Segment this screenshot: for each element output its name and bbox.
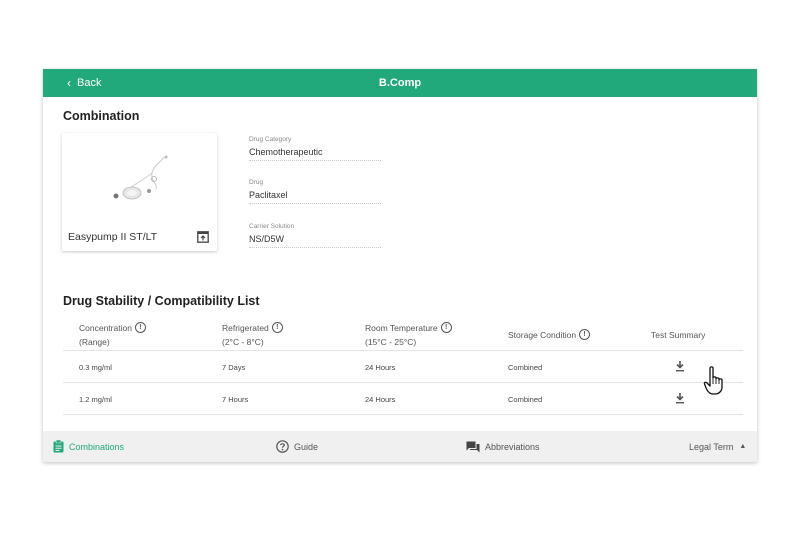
chat-icon	[466, 441, 480, 452]
clipboard-icon	[53, 440, 64, 453]
info-icon[interactable]: !	[579, 329, 591, 340]
field-value: NS/D5W	[249, 234, 285, 244]
header-label: Storage Condition	[508, 330, 577, 340]
product-name: Easypump II ST/LT	[68, 231, 158, 243]
caret-up-icon: ▲	[739, 443, 747, 450]
download-icon[interactable]	[675, 360, 685, 372]
header-label: Refrigerated	[222, 323, 269, 333]
header-sublabel: (15°C - 25°C)	[365, 337, 417, 347]
cell-storage-condition: Combined	[508, 395, 543, 404]
column-header-concentration: Concentration! (Range)	[79, 321, 146, 349]
column-header-storage-condition: Storage Condition!	[508, 328, 591, 342]
open-in-new-icon[interactable]	[197, 231, 209, 243]
nav-legal-term[interactable]: Legal Term ▲	[689, 431, 746, 462]
field-label: Drug Category	[249, 136, 292, 143]
column-header-refrigerated: Refrigerated! (2°C - 8°C)	[222, 321, 283, 349]
header-sublabel: (Range)	[79, 337, 110, 347]
product-image	[113, 155, 168, 200]
cell-refrigerated: 7 Hours	[222, 395, 249, 404]
table-row: 0.3 mg/ml 7 Days 24 Hours Combined	[63, 351, 743, 383]
cell-storage-condition: Combined	[508, 363, 543, 372]
drug-category-field: Drug Category Chemotherapeutic	[249, 136, 381, 161]
field-label: Drug	[249, 179, 264, 186]
download-icon[interactable]	[675, 392, 685, 404]
page-title: B.Comp	[378, 77, 422, 89]
nav-guide[interactable]: Guide	[276, 431, 318, 462]
column-header-room-temperature: Room Temperature! (15°C - 25°C)	[365, 321, 452, 349]
table-header: Concentration! (Range) Refrigerated! (2°…	[63, 317, 743, 351]
nav-label: Abbreviations	[485, 441, 540, 452]
nav-label: Legal Term	[689, 441, 734, 452]
field-value: Chemotherapeutic	[249, 147, 323, 157]
nav-abbreviations[interactable]: Abbreviations	[466, 431, 540, 462]
nav-label: Combinations	[69, 441, 125, 452]
field-value: Paclitaxel	[249, 190, 288, 200]
combination-title: Combination	[63, 109, 140, 123]
info-icon[interactable]: !	[440, 322, 452, 333]
cell-room-temperature: 24 Hours	[365, 395, 396, 404]
help-circle-icon	[276, 440, 289, 453]
header-label: Test Summary	[651, 330, 706, 340]
cell-room-temperature: 24 Hours	[365, 363, 396, 372]
cell-refrigerated: 7 Days	[222, 363, 246, 372]
hand-cursor-icon	[703, 366, 723, 395]
nav-combinations[interactable]: Combinations	[53, 431, 124, 462]
app-window: ‹ Back B.Comp Combination Easypump II ST…	[43, 69, 757, 462]
field-label: Carrier Solution	[249, 223, 295, 230]
stability-title: Drug Stability / Compatibility List	[63, 294, 260, 308]
top-bar: ‹ Back B.Comp	[43, 69, 757, 97]
stability-table: Concentration! (Range) Refrigerated! (2°…	[63, 317, 743, 415]
table-row: 1.2 mg/ml 7 Hours 24 Hours Combined	[63, 383, 743, 415]
info-icon[interactable]: !	[134, 322, 146, 333]
header-label: Concentration	[79, 323, 132, 333]
bottom-nav: Combinations Guide Abbreviations Legal T…	[43, 431, 757, 462]
nav-label: Guide	[294, 441, 319, 452]
header-label: Room Temperature	[365, 323, 438, 333]
column-header-test-summary: Test Summary	[651, 328, 705, 342]
cell-concentration: 1.2 mg/ml	[79, 395, 112, 404]
header-sublabel: (2°C - 8°C)	[222, 337, 264, 347]
drug-field: Drug Paclitaxel	[249, 179, 381, 204]
product-card[interactable]: Easypump II ST/LT	[62, 133, 217, 251]
cell-concentration: 0.3 mg/ml	[79, 363, 112, 372]
info-icon[interactable]: !	[271, 322, 283, 333]
carrier-solution-field: Carrier Solution NS/D5W	[249, 223, 381, 248]
